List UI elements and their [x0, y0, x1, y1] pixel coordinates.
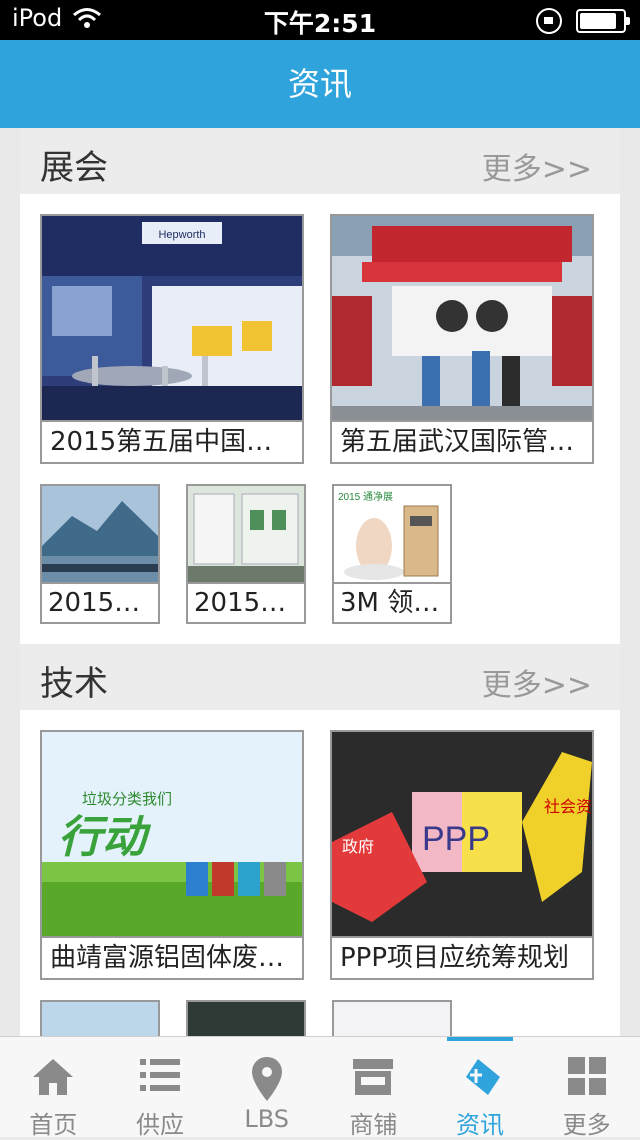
tab-news[interactable]: 资讯: [427, 1037, 534, 1139]
water-show-text: 2015 通净展: [338, 490, 393, 503]
tab-shop[interactable]: 商铺: [320, 1037, 427, 1139]
news-tag-icon: [466, 1059, 501, 1095]
news-card[interactable]: PPP 政府 社会资 PPP项目应统筹规划: [330, 730, 594, 980]
section-title: 展会: [40, 148, 108, 188]
news-thumbnail: 垃圾分类我们 行动: [42, 732, 302, 936]
news-card[interactable]: [40, 1000, 160, 1036]
news-thumbnail: Hepworth: [42, 216, 302, 420]
news-title: 第五届武汉国际管道展览会: [332, 420, 592, 462]
section-header: 展会 更多>>: [20, 128, 620, 194]
section-technology: 技术 更多>> 垃圾分类我们 行动 曲靖富源铝固体废弃 PPP 政府 社会资 P…: [20, 644, 620, 1036]
news-thumbnail: [42, 1002, 158, 1036]
tab-home[interactable]: 首页: [0, 1037, 107, 1139]
active-tab-indicator: [446, 1037, 514, 1041]
tab-label: LBS: [244, 1105, 289, 1133]
tab-label: 资讯: [456, 1111, 505, 1139]
news-thumbnail: [42, 486, 158, 582]
news-card[interactable]: 2015年水处理展: [186, 484, 306, 624]
list-icon: [140, 1059, 180, 1091]
news-title: 2015年水处理展: [188, 582, 304, 622]
tab-more[interactable]: 更多: [533, 1037, 640, 1139]
news-thumbnail: 2015 通净展: [334, 486, 450, 582]
news-title: 曲靖富源铝固体废弃物处理: [42, 936, 302, 978]
tab-lbs[interactable]: LBS: [213, 1037, 320, 1137]
shop-icon: [353, 1059, 394, 1095]
news-card[interactable]: 2015 通净展 3M 领衔净水展: [332, 484, 452, 624]
content-scroll-area[interactable]: 展会 更多>> Hepworth 2015第五届中国国际 第五届武汉国际管道 2…: [20, 128, 620, 1036]
tab-bar: 首页 供应 LBS 商铺 资讯 更多: [0, 1036, 640, 1139]
more-link[interactable]: 更多>>: [482, 144, 592, 188]
tab-label: 更多: [562, 1111, 611, 1139]
ppp-text: PPP: [422, 820, 490, 858]
news-card[interactable]: 垃圾分类我们 行动 曲靖富源铝固体废弃物处理: [40, 730, 304, 980]
news-card[interactable]: Hepworth 2015第五届中国国际塑料管道展览会: [40, 214, 304, 464]
news-card[interactable]: [332, 1000, 452, 1036]
news-title: PPP项目应统筹规划: [332, 936, 592, 978]
news-title: 2015年环保展: [42, 582, 158, 622]
tab-label: 商铺: [349, 1111, 398, 1139]
tab-supply[interactable]: 供应: [107, 1037, 214, 1139]
section-header: 技术 更多>>: [20, 644, 620, 710]
page-title: 资讯: [0, 40, 640, 128]
tab-label: 首页: [29, 1111, 78, 1139]
more-link[interactable]: 更多>>: [482, 660, 592, 704]
slogan-big-text: 行动: [58, 813, 152, 862]
battery-icon: [576, 9, 630, 33]
news-thumbnail: [188, 1002, 304, 1036]
slogan-small-text: 垃圾分类我们: [82, 791, 172, 808]
news-thumbnail: [332, 216, 592, 420]
news-thumbnail: [188, 486, 304, 582]
news-thumbnail: PPP 政府 社会资: [332, 732, 592, 936]
section-title: 技术: [40, 664, 108, 704]
location-pin-icon: [251, 1057, 282, 1101]
news-title: 3M 领衔净水展: [334, 582, 450, 622]
gov-text: 政府: [342, 838, 374, 856]
tab-label: 供应: [136, 1111, 184, 1139]
news-title: 2015第五届中国国际塑料管道展览会: [42, 420, 302, 462]
brand-logo-text: Hepworth: [158, 229, 205, 241]
society-text: 社会资: [544, 798, 592, 816]
grid-icon: [567, 1057, 606, 1095]
news-card[interactable]: 第五届武汉国际管道展览会: [330, 214, 594, 464]
news-card[interactable]: [186, 1000, 306, 1036]
news-card[interactable]: 2015年环保展: [40, 484, 160, 624]
section-exhibition: 展会 更多>> Hepworth 2015第五届中国国际 第五届武汉国际管道 2…: [20, 128, 620, 644]
rotation-lock-icon: [536, 8, 562, 34]
news-thumbnail: [334, 1002, 450, 1036]
home-icon: [33, 1059, 74, 1095]
status-bar: iPod 下午2:51: [0, 0, 640, 40]
